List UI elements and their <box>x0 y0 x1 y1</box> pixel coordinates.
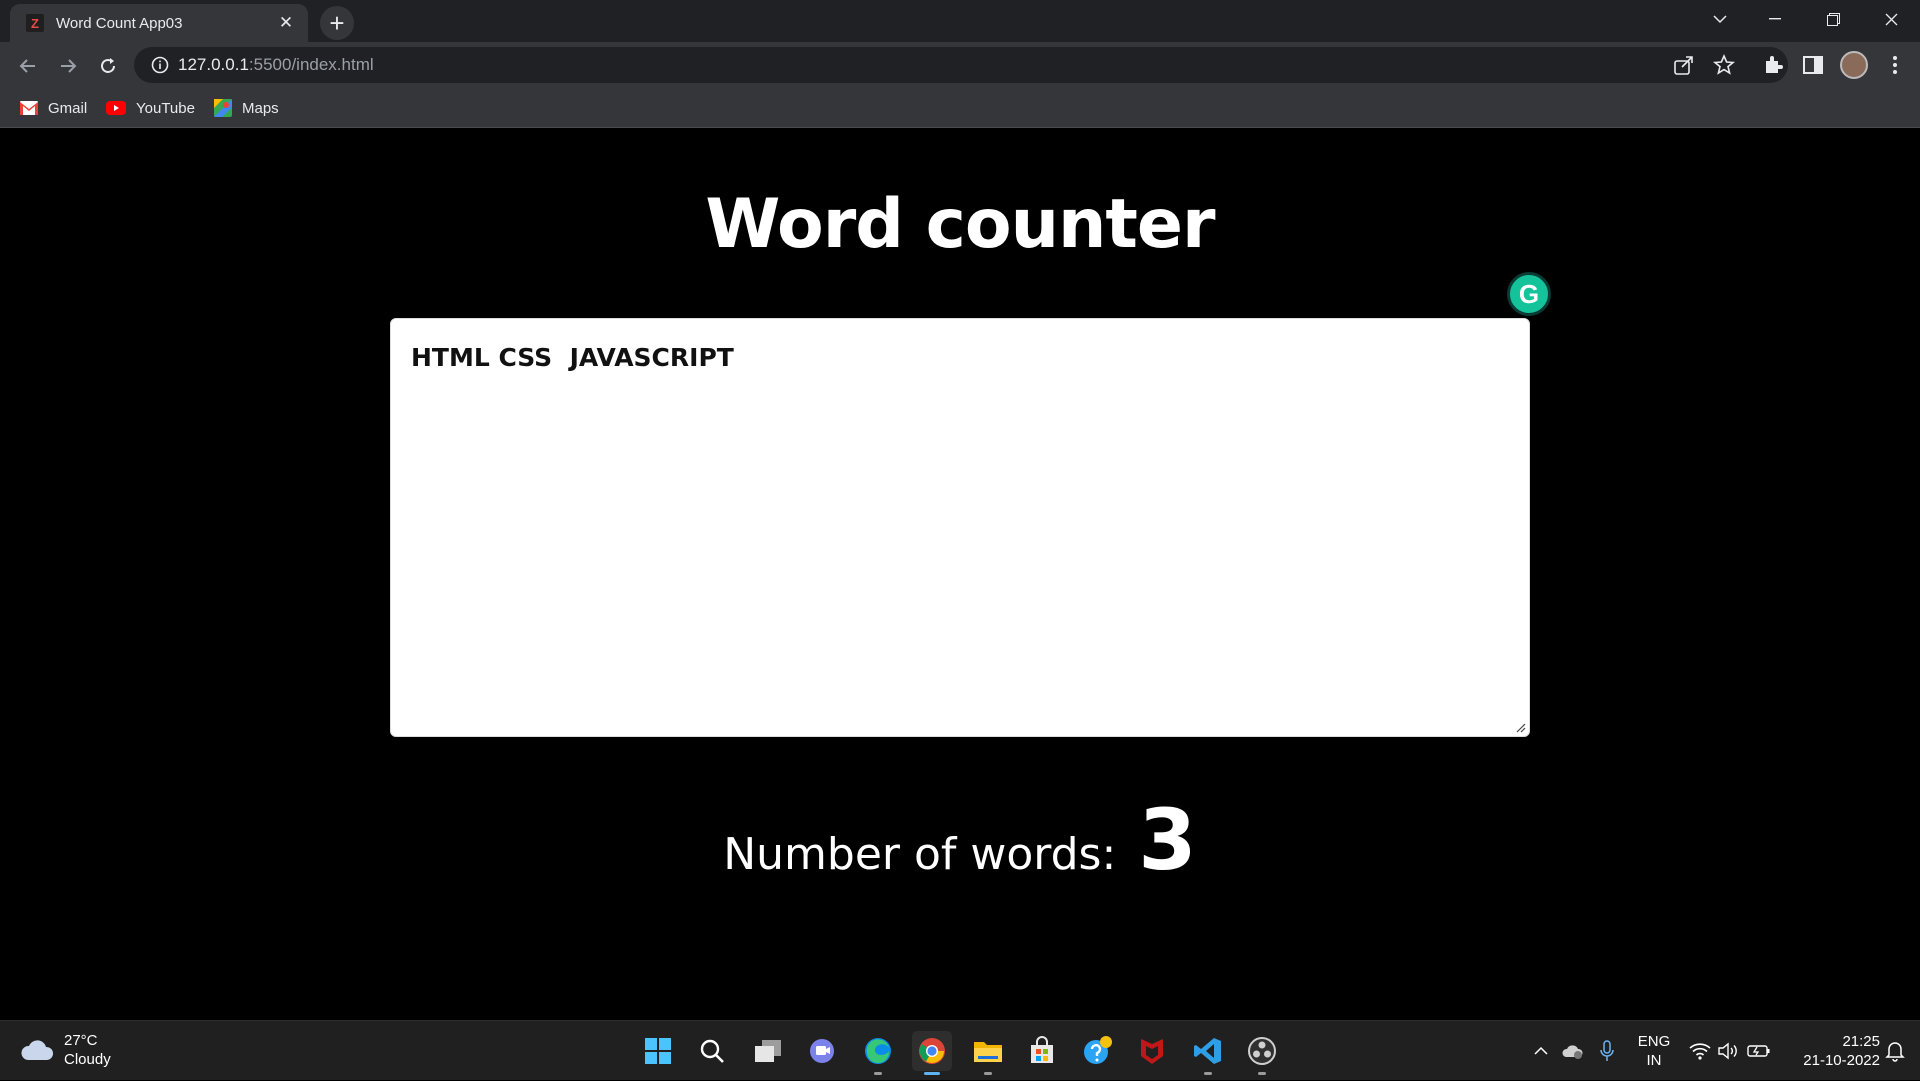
store-icon <box>1031 1036 1053 1063</box>
network-volume-battery[interactable] <box>1686 1021 1774 1081</box>
maps-icon <box>214 99 232 117</box>
start-icon <box>645 1038 671 1064</box>
page-title: Word counter <box>705 185 1215 264</box>
chrome-button[interactable] <box>912 1031 952 1075</box>
clock[interactable]: 21:25 21-10-2022 <box>1788 1021 1880 1081</box>
notification-bell-icon <box>1885 1042 1905 1062</box>
onedrive-icon <box>1562 1045 1583 1059</box>
region-code: IN <box>1646 1052 1662 1069</box>
side-panel-icon[interactable] <box>1800 52 1826 78</box>
obs-icon <box>1248 1037 1276 1065</box>
address-bar[interactable]: 127.0.0.1:5500/index.html <box>134 47 1788 83</box>
tab-close-icon[interactable]: ✕ <box>274 11 298 35</box>
new-tab-button[interactable]: + <box>320 6 354 40</box>
windows-taskbar: 27°C Cloudy ENG IN 21:25 21-10-2022 <box>0 1020 1920 1080</box>
file-explorer-icon <box>974 1042 1002 1062</box>
profile-avatar[interactable] <box>1840 51 1868 79</box>
grammarly-icon[interactable]: G <box>1507 272 1551 316</box>
url-path: :5500/index.html <box>248 55 374 74</box>
clock-time: 21:25 <box>1842 1033 1880 1050</box>
menu-kebab-icon[interactable] <box>1882 52 1908 78</box>
language-code: ENG <box>1637 1033 1671 1050</box>
chrome-icon <box>919 1038 945 1064</box>
running-indicator <box>874 1072 882 1075</box>
chevron-up-icon <box>1534 1046 1548 1055</box>
site-info-icon[interactable] <box>150 55 170 75</box>
word-count-row: Number of words: 3 <box>0 791 1920 889</box>
forward-button[interactable] <box>52 50 84 82</box>
file-explorer-button[interactable] <box>968 1031 1008 1075</box>
show-hidden-icons-button[interactable] <box>1528 1021 1554 1081</box>
browser-toolbar: 127.0.0.1:5500/index.html <box>0 42 1920 88</box>
volume-icon <box>1718 1042 1737 1060</box>
restore-button[interactable] <box>1810 0 1856 38</box>
bookmark-label: Maps <box>242 99 279 117</box>
minimize-button[interactable] <box>1752 0 1798 38</box>
language-indicator[interactable]: ENG IN <box>1626 1021 1682 1081</box>
bookmark-label: YouTube <box>136 99 195 117</box>
edge-button[interactable] <box>858 1031 898 1075</box>
search-icon <box>700 1039 724 1063</box>
cloud-icon <box>21 1040 54 1060</box>
onedrive-tray[interactable] <box>1558 1021 1588 1081</box>
bookmark-youtube[interactable]: YouTube <box>106 95 195 121</box>
word-count-value: 3 <box>1138 791 1197 889</box>
back-button[interactable] <box>12 50 44 82</box>
browser-tab[interactable]: Z Word Count App03 ✕ <box>10 4 308 42</box>
obs-button[interactable] <box>1242 1031 1282 1075</box>
gmail-icon <box>20 101 38 115</box>
share-icon[interactable] <box>1672 53 1696 77</box>
bookmarks-bar: Gmail YouTube Maps <box>0 88 1920 128</box>
task-view-icon <box>755 1040 781 1062</box>
weather-temp: 27°C <box>64 1032 98 1049</box>
running-indicator <box>924 1072 940 1075</box>
word-count-label: Number of words: <box>723 829 1117 880</box>
page-viewport: Word counter G HTML CSS JAVASCRIPT Numbe… <box>0 129 1920 1020</box>
running-indicator <box>984 1072 992 1075</box>
notifications-button[interactable] <box>1880 1021 1910 1081</box>
store-button[interactable] <box>1022 1031 1062 1071</box>
running-indicator <box>1258 1072 1266 1075</box>
wifi-icon <box>1689 1043 1711 1060</box>
extensions-icon[interactable] <box>1760 52 1786 78</box>
start-button[interactable] <box>638 1031 678 1071</box>
running-indicator <box>1204 1072 1212 1075</box>
close-window-button[interactable] <box>1868 0 1914 38</box>
task-view-button[interactable] <box>748 1031 788 1071</box>
resize-handle-icon[interactable] <box>1514 721 1526 733</box>
mcafee-icon <box>1141 1039 1163 1064</box>
weather-widget[interactable]: 27°C Cloudy <box>20 1031 111 1069</box>
teams-chat-icon <box>810 1039 834 1063</box>
search-button[interactable] <box>692 1031 732 1071</box>
bookmark-maps[interactable]: Maps <box>214 95 279 121</box>
tab-search-chevron-icon[interactable] <box>1704 0 1736 38</box>
weather-condition: Cloudy <box>64 1051 111 1068</box>
youtube-icon <box>106 101 126 115</box>
microphone-icon <box>1600 1040 1614 1061</box>
vscode-icon <box>1194 1038 1221 1064</box>
url-text[interactable]: 127.0.0.1:5500/index.html <box>178 47 374 83</box>
url-host: 127.0.0.1 <box>178 55 249 74</box>
word-textarea[interactable]: HTML CSS JAVASCRIPT <box>390 318 1530 737</box>
mcafee-button[interactable] <box>1132 1031 1172 1071</box>
teams-chat-button[interactable] <box>802 1031 842 1071</box>
bookmark-label: Gmail <box>48 99 88 117</box>
clock-date: 21-10-2022 <box>1803 1052 1880 1069</box>
tab-title: Word Count App03 <box>56 14 183 32</box>
get-help-icon <box>1084 1036 1112 1064</box>
reload-button[interactable] <box>92 50 124 82</box>
bookmark-gmail[interactable]: Gmail <box>20 95 87 121</box>
tab-favicon-icon: Z <box>26 14 44 32</box>
edge-icon <box>865 1038 891 1064</box>
battery-icon <box>1747 1045 1770 1057</box>
get-help-button[interactable] <box>1078 1031 1118 1071</box>
textarea-value: HTML CSS JAVASCRIPT <box>411 343 734 372</box>
tab-strip: Z Word Count App03 ✕ + <box>0 0 1920 42</box>
microphone-tray[interactable] <box>1594 1021 1620 1081</box>
vscode-button[interactable] <box>1188 1031 1228 1075</box>
bookmark-star-icon[interactable] <box>1712 53 1736 77</box>
